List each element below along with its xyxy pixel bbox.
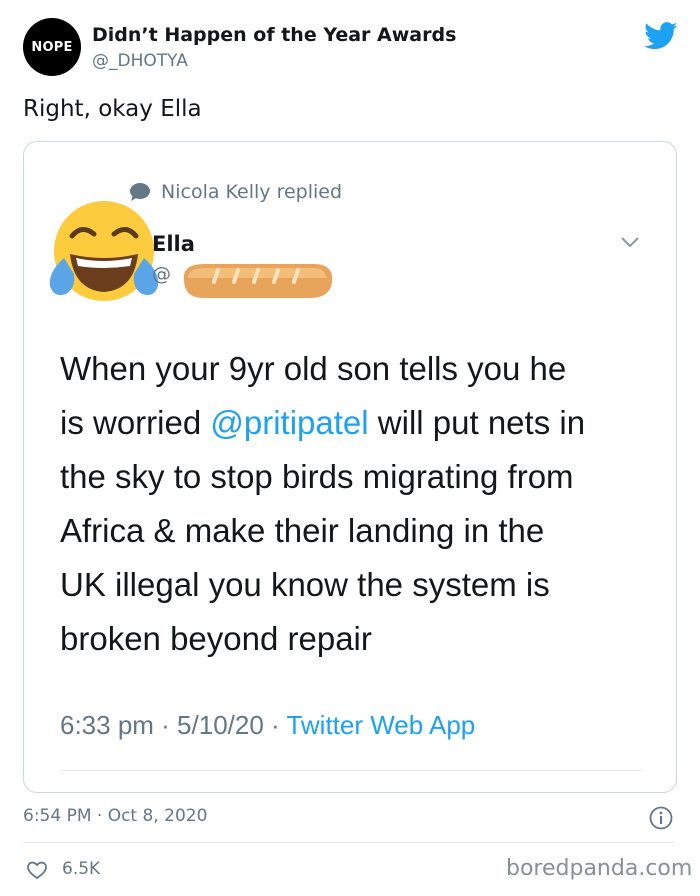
account-handle[interactable]: @_DHOTYA — [92, 51, 188, 71]
baguette-sticker — [183, 264, 333, 298]
body-line: is worried @pritipatel will put nets in — [60, 404, 586, 441]
divider — [60, 770, 642, 771]
embedded-author-name[interactable]: Ella — [152, 232, 195, 256]
tweet-timestamp[interactable]: 6:54 PM · Oct 8, 2020 — [23, 806, 207, 826]
like-count: 6.5K — [62, 859, 101, 879]
embedded-tweet-meta: 6:33 pm · 5/10/20 · Twitter Web App — [60, 710, 475, 741]
body-line: broken beyond repair — [60, 620, 372, 657]
body-line: When your 9yr old son tells you he — [60, 350, 567, 387]
mention-link[interactable]: @pritipatel — [210, 404, 368, 441]
embedded-tweet-card[interactable]: Nicola Kelly replied Ella @ When your 9y… — [23, 141, 677, 793]
reply-context-label: Nicola Kelly replied — [161, 181, 343, 203]
body-line: Africa & make their landing in the — [60, 512, 545, 549]
avatar-text: NOPE — [31, 39, 73, 55]
heart-outline-icon[interactable] — [26, 860, 48, 880]
embedded-tweet-time: 6:33 pm · 5/10/20 · — [60, 710, 287, 740]
chevron-down-icon[interactable] — [620, 235, 640, 249]
embedded-tweet-body: When your 9yr old son tells you he is wo… — [60, 342, 660, 666]
account-avatar[interactable]: NOPE — [23, 18, 81, 76]
info-icon[interactable] — [649, 806, 673, 830]
twitter-bird-icon[interactable] — [644, 22, 678, 50]
tweet-text: Right, okay Ella — [23, 96, 202, 122]
account-name[interactable]: Didn’t Happen of the Year Awards — [92, 24, 456, 46]
divider — [23, 842, 675, 843]
body-line: UK illegal you know the system is — [60, 566, 550, 603]
embedded-author-handle: @ — [152, 263, 171, 285]
tears-of-joy-emoji[interactable] — [44, 198, 164, 304]
watermark: boredpanda.com — [506, 856, 693, 881]
body-line: the sky to stop birds migrating from — [60, 458, 574, 495]
embedded-tweet-source[interactable]: Twitter Web App — [286, 710, 475, 740]
